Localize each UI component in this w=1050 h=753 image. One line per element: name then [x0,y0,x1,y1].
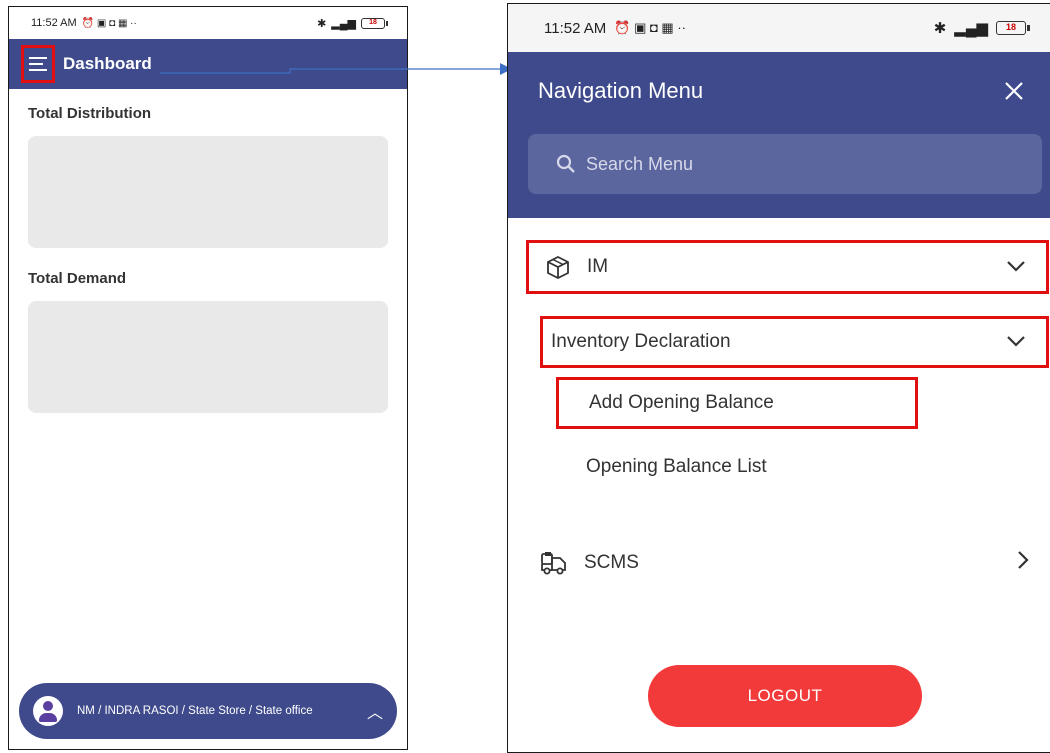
total-demand-card [28,301,388,413]
status-bar: 11:52 AM ⏰ ▣ ◘ ▦ ·· ✱ ▂▄▆ 18 [9,7,407,39]
user-info-bar[interactable]: NM / INDRA RASOI / State Store / State o… [19,683,397,739]
signal-icon: ▂▄▆ [954,20,988,37]
search-icon [556,154,575,173]
menu-item-inventory-declaration-label: Inventory Declaration [551,331,731,352]
menu-item-inventory-declaration[interactable]: Inventory Declaration [540,316,1049,368]
hamburger-menu-button[interactable] [21,45,55,83]
nav-header: 11:52 AM ⏰ ▣ ◘ ▦ ·· ✱ ▂▄▆ 18 Navigation … [508,4,1050,218]
status-time: 11:52 AM [544,19,607,37]
menu-item-im-label: IM [587,256,609,277]
battery-icon: 18 [361,17,388,29]
total-demand-title: Total Demand [28,270,127,287]
app-bar: Dashboard [9,39,407,89]
user-info-text: NM / INDRA RASOI / State Store / State o… [77,705,313,717]
menu-item-add-opening-balance-label: Add Opening Balance [589,392,774,413]
status-notification-icons: ⏰ ▣ ◘ ▦ ·· [614,20,686,35]
bluetooth-icon: ✱ [317,17,327,30]
dashboard-body: Total Distribution Total Demand [9,105,407,435]
dashboard-screen: 11:52 AM ⏰ ▣ ◘ ▦ ·· ✱ ▂▄▆ 18 Dashboard T… [8,6,408,750]
menu-item-opening-balance-list-label: Opening Balance List [586,456,767,477]
menu-item-add-opening-balance[interactable]: Add Opening Balance [556,377,918,429]
total-distribution-title: Total Distribution [28,105,152,122]
navigation-drawer-screen: 11:52 AM ⏰ ▣ ◘ ▦ ·· ✱ ▂▄▆ 18 Navigation … [507,3,1050,753]
battery-icon: 18 [996,21,1030,35]
signal-icon: ▂▄▆ [331,17,356,30]
search-placeholder: Search Menu [586,153,694,174]
chevron-down-icon [1006,331,1026,353]
menu-item-opening-balance-list[interactable]: Opening Balance List [586,449,767,485]
page-title: Dashboard [63,54,152,73]
drawer-title: Navigation Menu [538,78,704,103]
total-distribution-card [28,136,388,248]
bluetooth-icon: ✱ [933,20,947,37]
close-icon[interactable] [998,75,1030,107]
status-time: 11:52 AM [31,17,77,29]
menu-item-scms[interactable]: SCMS [540,542,1049,584]
chevron-right-icon [1017,550,1029,576]
box-icon [543,252,573,282]
annotated-screenshot: 11:52 AM ⏰ ▣ ◘ ▦ ·· ✱ ▂▄▆ 18 Dashboard T… [0,0,1050,753]
chevron-up-icon[interactable]: ︿ [367,699,383,723]
status-notification-icons: ⏰ ▣ ◘ ▦ ·· [81,17,137,29]
chevron-down-icon [1006,256,1026,278]
nav-title-row: Navigation Menu [508,52,1050,130]
hamburger-icon [29,57,47,71]
status-bar: 11:52 AM ⏰ ▣ ◘ ▦ ·· ✱ ▂▄▆ 18 [508,4,1050,52]
menu-item-scms-label: SCMS [584,552,639,573]
search-input[interactable]: Search Menu [528,134,1042,194]
avatar [33,696,63,726]
truck-icon [540,548,570,578]
logout-button[interactable]: LOGOUT [648,665,922,727]
menu-item-im[interactable]: IM [526,240,1049,294]
